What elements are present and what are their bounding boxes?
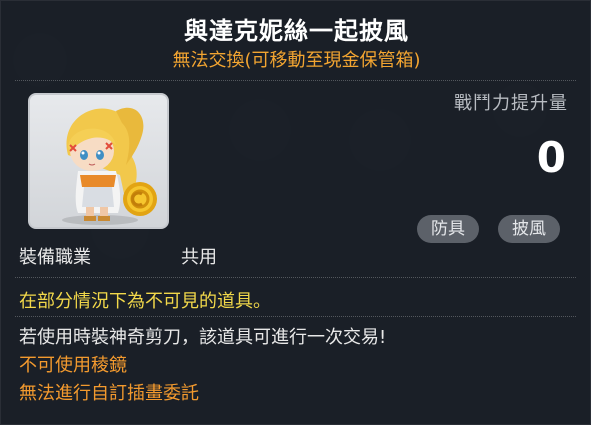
cape-character-icon xyxy=(62,107,157,225)
combat-power-label: 戰鬥力提升量 xyxy=(454,93,568,114)
scissors-note: 若使用時裝神奇剪刀，該道具可進行一次交易! xyxy=(19,327,387,348)
divider xyxy=(15,80,576,81)
tag-armor: 防具 xyxy=(417,215,479,243)
hidden-item-note: 在部分情況下為不可見的道具。 xyxy=(19,291,271,312)
job-label: 裝備職業 xyxy=(19,247,91,268)
tag-cape: 披風 xyxy=(498,215,560,243)
divider xyxy=(15,316,576,317)
job-value: 共用 xyxy=(181,247,217,268)
divider xyxy=(15,277,576,278)
trade-restriction-note: 無法交換(可移動至現金保管箱) xyxy=(172,50,421,71)
item-tooltip: 與達克妮絲一起披風 無法交換(可移動至現金保管箱) 戰鬥力提升量 0 防具 披風… xyxy=(0,0,591,425)
combat-power-value: 0 xyxy=(536,133,566,182)
item-name: 與達克妮絲一起披風 xyxy=(184,17,409,45)
custom-art-restriction-note: 無法進行自訂插畫委託 xyxy=(19,383,199,404)
item-icon-frame xyxy=(28,93,169,229)
prism-restriction-note: 不可使用稜鏡 xyxy=(19,355,127,376)
